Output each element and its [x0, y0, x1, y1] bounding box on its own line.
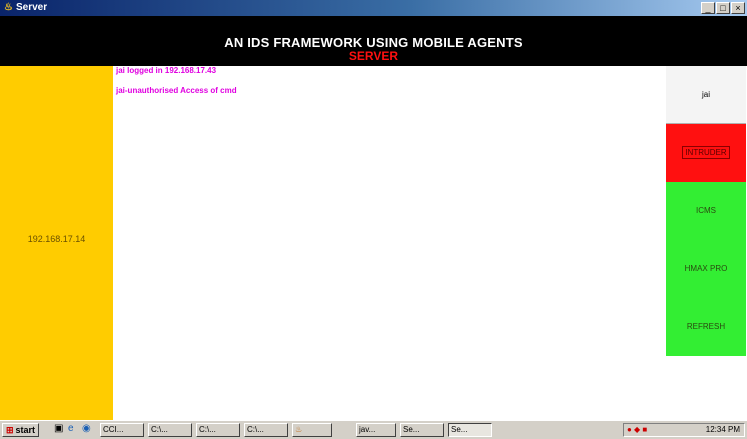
refresh-button[interactable]: REFRESH: [666, 298, 746, 356]
client-list-panel: 192.168.17.14: [0, 66, 113, 420]
java-icon: ♨: [4, 2, 13, 13]
maximize-button[interactable]: □: [716, 2, 730, 14]
media-icon[interactable]: ◉: [82, 423, 91, 434]
log-line: jai-unauthorised Access of cmd: [116, 86, 237, 95]
control-panel: jai INTRUDER ICMS HMAX PRO REFRESH: [665, 66, 747, 420]
app-subheading: SERVER: [348, 49, 399, 63]
app-heading: AN IDS FRAMEWORK USING MOBILE AGENTS: [224, 35, 523, 50]
clock: 12:34 PM: [705, 425, 740, 434]
client-ip-item[interactable]: 192.168.17.14: [0, 234, 113, 244]
taskbar-item[interactable]: C:\...: [244, 423, 288, 437]
user-name: jai: [701, 90, 710, 99]
start-label: start: [15, 425, 36, 435]
minimize-button[interactable]: _: [701, 2, 715, 14]
taskbar-item[interactable]: Se...: [400, 423, 444, 437]
log-area: jai logged in 192.168.17.43 jai-unauthor…: [113, 66, 665, 420]
taskbar-item[interactable]: jav...: [356, 423, 396, 437]
intruder-button-label: INTRUDER: [682, 146, 730, 159]
taskbar-item[interactable]: CCI...: [100, 423, 144, 437]
intruder-button[interactable]: INTRUDER: [666, 124, 746, 182]
system-tray: ● ◆ ■ 12:34 PM: [623, 423, 745, 437]
hmax-pro-button[interactable]: HMAX PRO: [666, 240, 746, 298]
tray-icons[interactable]: ● ◆ ■: [627, 424, 647, 436]
window-title-text: Server: [15, 2, 48, 13]
taskbar-item[interactable]: C:\...: [148, 423, 192, 437]
desktop-icon[interactable]: ▣: [54, 423, 63, 434]
header-banner: AN IDS FRAMEWORK USING MOBILE AGENTS SER…: [0, 16, 747, 66]
user-box: jai: [666, 66, 746, 124]
window-title: ♨ Server: [4, 2, 47, 13]
taskbar-item[interactable]: ♨: [292, 423, 332, 437]
taskbar-item-active[interactable]: Se...: [448, 423, 492, 437]
window-controls: _ □ ×: [701, 2, 745, 14]
taskbar: ⊞ start ▣ e ◉ CCI... C:\... C:\... C:\...…: [0, 420, 747, 439]
windows-flag-icon: ⊞: [6, 425, 14, 435]
window-titlebar[interactable]: ♨ Server _ □ ×: [0, 0, 747, 16]
java-icon: ♨: [295, 425, 303, 434]
close-button[interactable]: ×: [731, 2, 745, 14]
ie-icon[interactable]: e: [68, 423, 74, 434]
log-line: jai logged in 192.168.17.43: [116, 66, 217, 75]
start-button[interactable]: ⊞ start: [2, 423, 40, 437]
icms-button[interactable]: ICMS: [666, 182, 746, 240]
taskbar-item[interactable]: C:\...: [196, 423, 240, 437]
